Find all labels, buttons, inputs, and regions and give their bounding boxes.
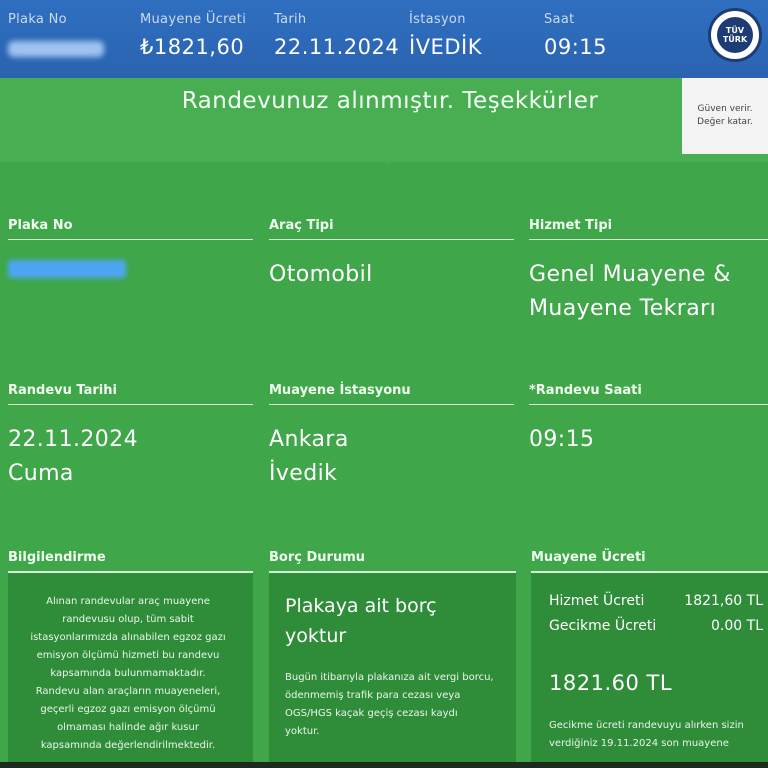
banner-pointer (372, 150, 404, 164)
summary-date-value: 22.11.2024 (274, 35, 400, 59)
info-card: Alınan randevular araç muayene randevusu… (8, 573, 253, 763)
debt-title-line-2: yoktur (285, 625, 347, 647)
logo-mark: TÜV TÜRK (717, 17, 753, 53)
field-appointment-time-value: 09:15 (529, 427, 595, 452)
field-station: Muayene İstasyonu Ankara İvedik (269, 383, 514, 491)
summary-station: İstasyon İVEDİK (409, 12, 482, 59)
service-type-line-1: Genel Muayene & (529, 262, 731, 287)
slogan-box: Güven verir. Değer katar. (682, 78, 768, 154)
field-appointment-date-label: Randevu Tarihi (8, 383, 253, 405)
debt-card-label: Borç Durumu (269, 550, 365, 565)
summary-time-value: 09:15 (544, 35, 608, 59)
confirmation-title: Randevunuz alınmıştır. Teşekkürler (181, 88, 599, 114)
summary-date-label: Tarih (274, 12, 307, 27)
summary-fee: Muayene Ücreti ₺1821,60 (140, 12, 246, 59)
field-plate-label: Plaka No (8, 218, 253, 240)
service-fee-value: 1821,60 TL (684, 593, 763, 609)
logo-text-tuv: TÜV (725, 26, 745, 35)
station-name: İvedik (269, 461, 338, 486)
plate-redacted (8, 41, 104, 57)
info-card-text: Alınan randevular araç muayene randevusu… (30, 596, 226, 751)
fee-total: 1821.60 TL (549, 671, 673, 695)
field-vehicle-type-value: Otomobil (269, 262, 373, 287)
field-vehicle-type: Araç Tipi Otomobil (269, 218, 514, 292)
summary-station-value: İVEDİK (409, 35, 482, 59)
info-card-label: Bilgilendirme (8, 550, 106, 565)
field-appointment-time: *Randevu Saati 09:15 (529, 383, 768, 457)
summary-time-label: Saat (544, 12, 575, 27)
station-city: Ankara (269, 427, 349, 452)
tuvturk-logo[interactable]: TÜV TÜRK (708, 8, 762, 62)
fee-card: Hizmet Ücreti 1821,60 TL Gecikme Ücreti … (531, 573, 768, 763)
field-service-type-label: Hizmet Tipi (529, 218, 768, 240)
field-plate: Plaka No (8, 218, 253, 278)
slogan-line-2: Değer katar. (697, 117, 753, 127)
taskbar-strip (0, 762, 768, 768)
plate-value-redacted (8, 260, 126, 278)
summary-plate-label: Plaka No (8, 12, 67, 27)
late-fee-row: Gecikme Ücreti 0.00 TL (549, 618, 763, 634)
field-station-label: Muayene İstasyonu (269, 383, 514, 405)
appointment-date: 22.11.2024 (8, 427, 138, 452)
late-fee-value: 0.00 TL (711, 618, 763, 634)
slogan-line-1: Güven verir. (697, 104, 753, 114)
summary-plate: Plaka No (8, 12, 104, 61)
service-fee-label: Hizmet Ücreti (549, 593, 645, 609)
field-appointment-date: Randevu Tarihi 22.11.2024 Cuma (8, 383, 253, 491)
summary-bar: Plaka No Muayene Ücreti ₺1821,60 Tarih 2… (0, 0, 768, 78)
debt-title-line-1: Plakaya ait borç (285, 595, 437, 617)
service-fee-row: Hizmet Ücreti 1821,60 TL (549, 593, 763, 609)
summary-fee-label: Muayene Ücreti (140, 12, 247, 27)
late-fee-label: Gecikme Ücreti (549, 618, 657, 634)
summary-station-label: İstasyon (409, 12, 466, 27)
debt-card: Plakaya ait borç yoktur Bugün itibarıyla… (269, 573, 516, 763)
summary-time: Saat 09:15 (544, 12, 607, 59)
debt-status-text: Bugün itibarıyla plakanıza ait vergi bor… (285, 672, 494, 737)
summary-date: Tarih 22.11.2024 (274, 12, 399, 59)
field-station-value: Ankara İvedik (269, 423, 514, 491)
service-type-line-2: Muayene Tekrarı (529, 296, 717, 321)
logo-text-turk: TÜRK (722, 35, 748, 44)
field-service-type: Hizmet Tipi Genel Muayene & Muayene Tekr… (529, 218, 768, 326)
field-service-type-value: Genel Muayene & Muayene Tekrarı (529, 258, 768, 326)
field-appointment-time-label: *Randevu Saati (529, 383, 768, 405)
summary-fee-value: ₺1821,60 (140, 35, 245, 59)
appointment-day: Cuma (8, 461, 74, 486)
fee-note: Gecikme ücreti randevuyu alırken sizin v… (549, 720, 744, 749)
fee-card-label: Muayene Ücreti (531, 550, 646, 565)
debt-status-title: Plakaya ait borç yoktur (285, 591, 485, 651)
field-vehicle-type-label: Araç Tipi (269, 218, 514, 240)
field-appointment-date-value: 22.11.2024 Cuma (8, 423, 253, 491)
